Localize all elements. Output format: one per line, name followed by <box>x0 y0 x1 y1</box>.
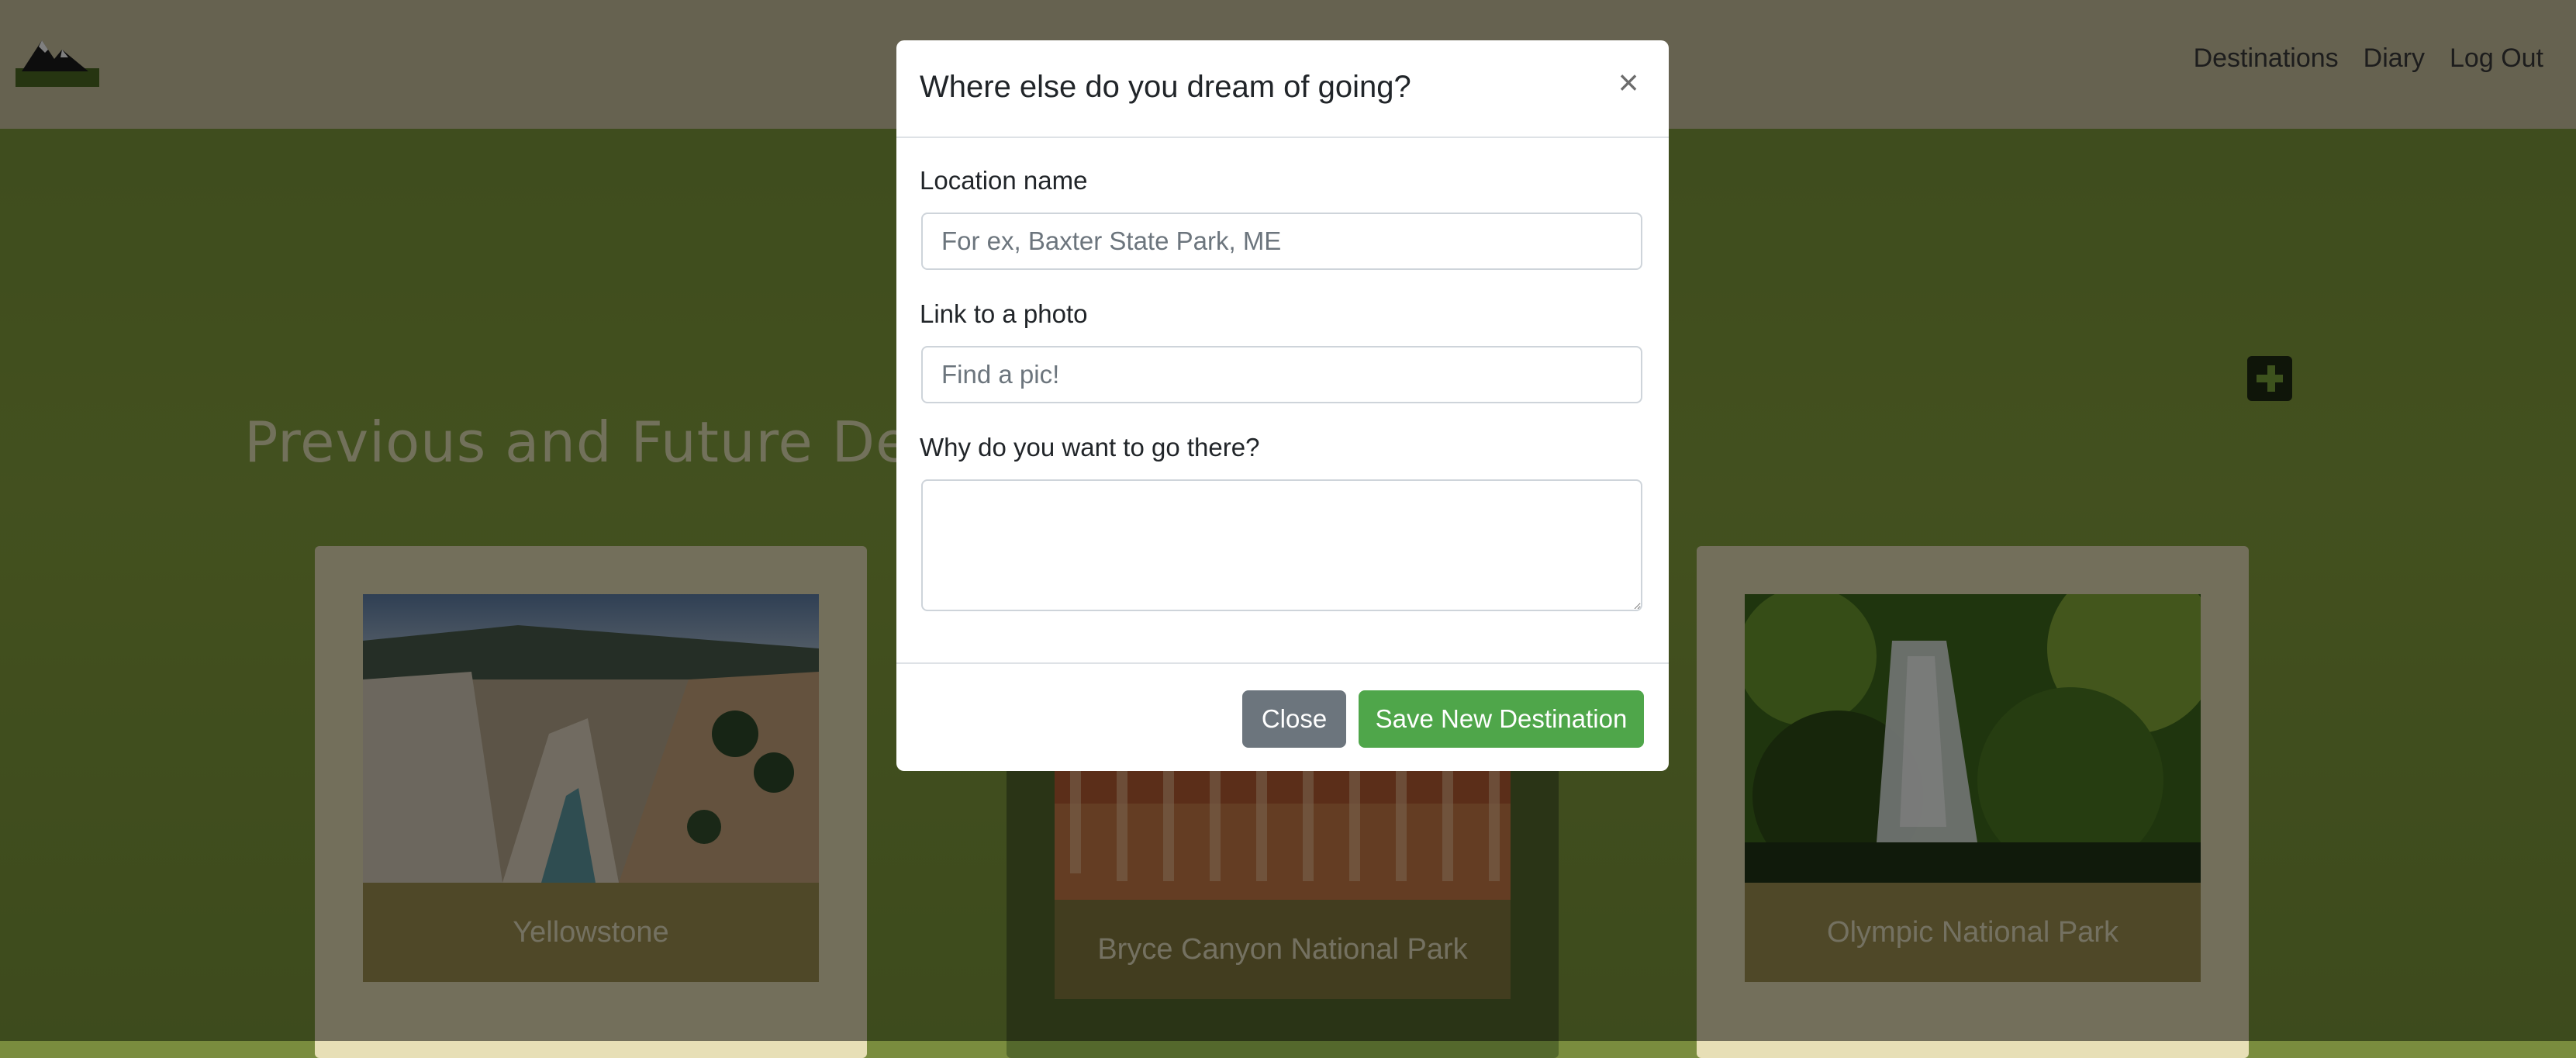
location-name-input[interactable] <box>921 213 1642 270</box>
modal-footer: Close Save New Destination <box>896 662 1669 771</box>
modal-header: Where else do you dream of going? × <box>896 40 1669 138</box>
close-icon[interactable]: × <box>1611 64 1645 100</box>
photo-link-input[interactable] <box>921 346 1642 403</box>
photo-link-label: Link to a photo <box>920 299 1088 328</box>
location-name-label: Location name <box>920 166 1088 195</box>
why-label: Why do you want to go there? <box>920 433 1260 462</box>
new-destination-modal: Where else do you dream of going? × Loca… <box>896 40 1669 771</box>
close-button[interactable]: Close <box>1242 690 1346 748</box>
modal-title: Where else do you dream of going? <box>920 70 1411 104</box>
save-destination-button[interactable]: Save New Destination <box>1359 690 1644 748</box>
why-textarea[interactable] <box>921 479 1642 611</box>
